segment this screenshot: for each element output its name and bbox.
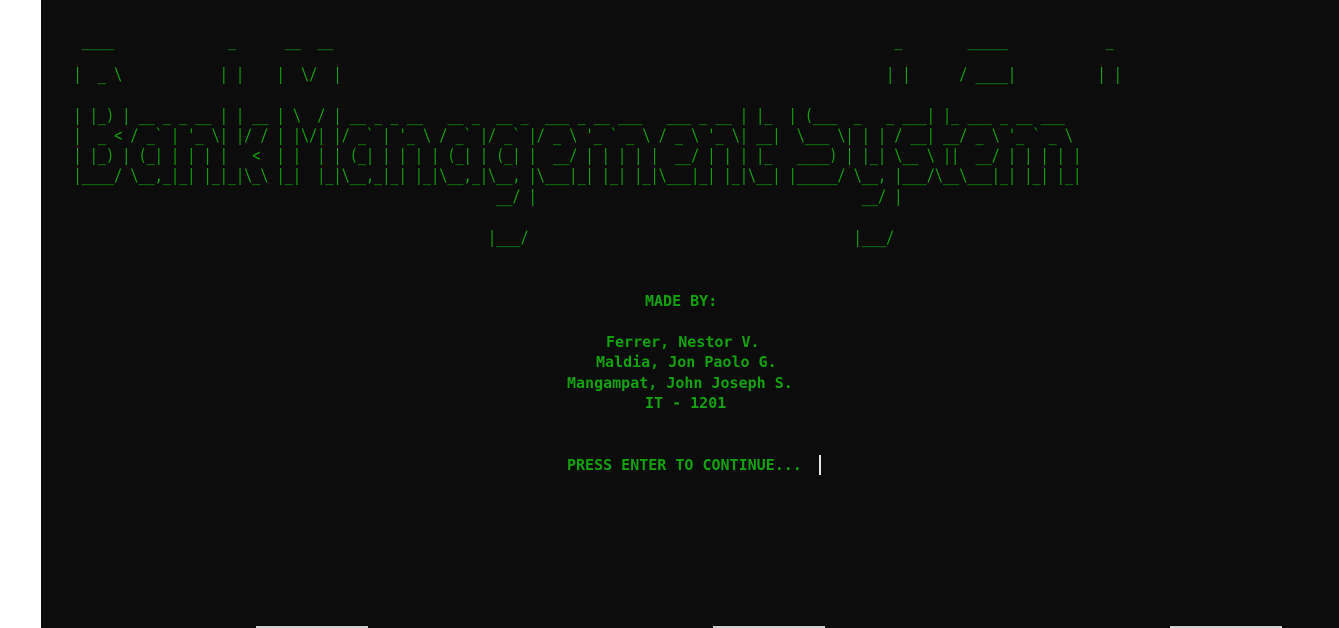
banner-line: __/ | __/ |	[41, 187, 903, 207]
banner-line: | _ < / _` | '_ \| |/ / | |\/| |/ _` | '…	[41, 126, 1074, 146]
terminal-window[interactable]: ____ _ __ __ _ _____ _ | _ \ | | | \/ |	[41, 0, 1339, 628]
made-by-heading: MADE BY:	[645, 292, 718, 310]
author-name: Maldia, Jon Paolo G.	[596, 353, 777, 371]
banner-line: ____ _ __ __ _ _____ _	[41, 31, 1114, 51]
section-label: IT - 1201	[645, 394, 727, 412]
text-cursor[interactable]	[819, 455, 821, 475]
banner-line: | |_) | (_| | | | | < | | | | (_| | | | …	[41, 146, 1082, 166]
banner-line: | |_) | __ _ _ __ | | __ | \ / | __ _ _ …	[41, 106, 1065, 126]
banner-line: |___/ |___/	[41, 228, 895, 248]
author-name: Ferrer, Nestor V.	[606, 333, 760, 351]
banner-line: |____/ \__,_|_| |_|_|\_\ |_| |_|\__,_|_|…	[41, 166, 1082, 186]
author-name: Mangampat, John Joseph S.	[567, 374, 793, 392]
banner-line: | _ \ | | | \/ | | | / ____| | |	[41, 65, 1122, 85]
press-enter-prompt: PRESS ENTER TO CONTINUE...	[567, 456, 802, 474]
